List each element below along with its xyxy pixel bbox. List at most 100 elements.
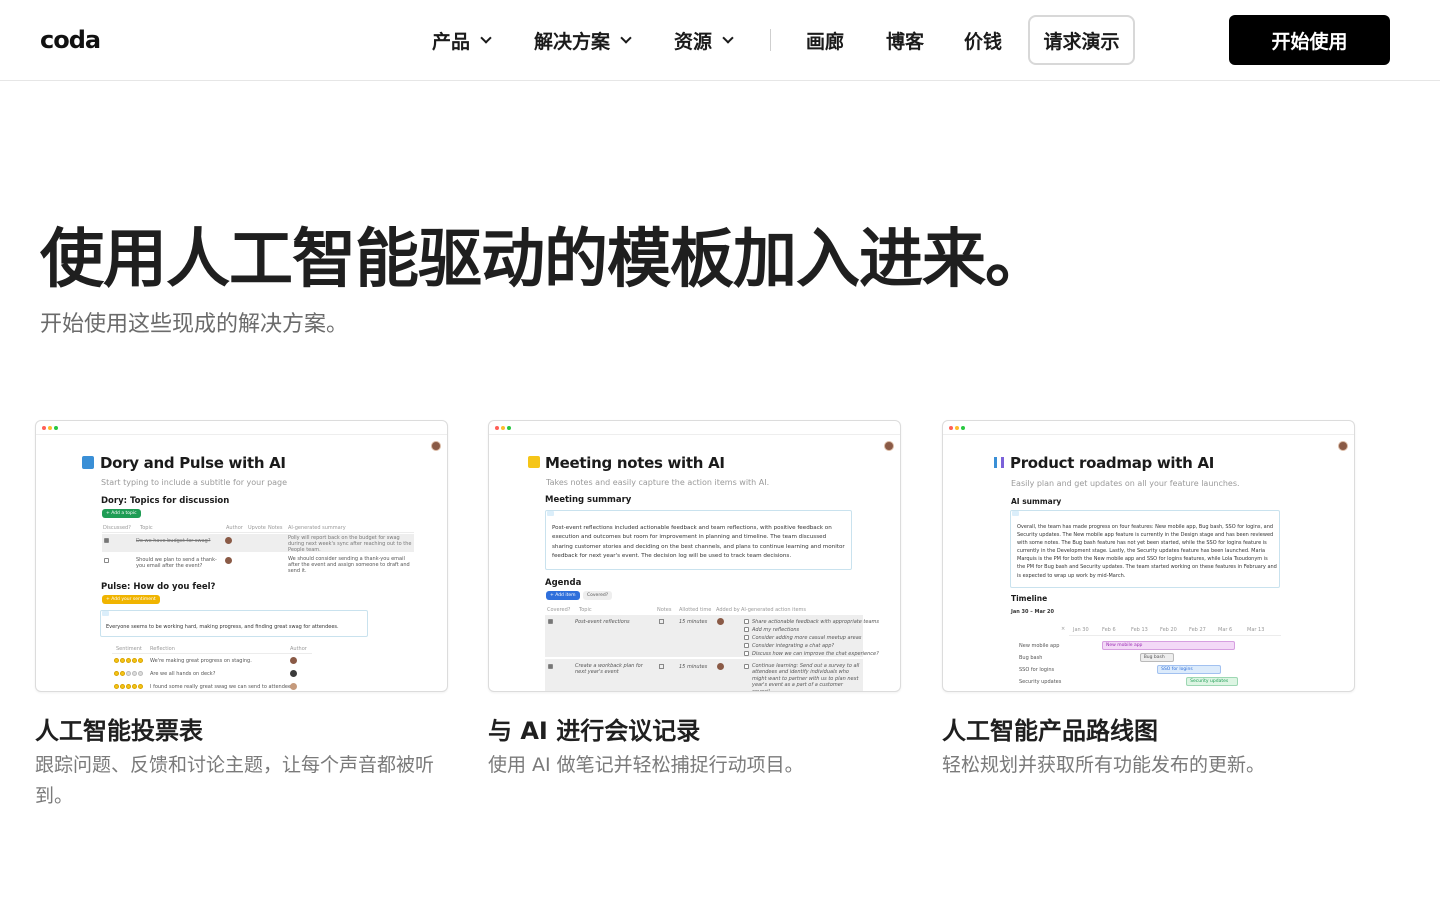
time-cell: 15 minutes [679,664,708,670]
add-topic-button[interactable]: + Add a topic [102,509,141,518]
template-preview[interactable]: Meeting notes with AI Takes notes and ea… [488,420,901,692]
template-card-product-roadmap[interactable]: Product roadmap with AI Easily plan and … [942,420,1355,781]
action-item[interactable]: Share actionable feedback with appropria… [752,619,879,625]
card-description: 轻松规划并获取所有功能发布的更新。 [942,754,1266,776]
chevron-down-icon [722,31,734,44]
divider [1069,635,1281,636]
topic-cell: Should we plan to send a thank-you email… [136,557,217,569]
card-title[interactable]: 人工智能投票表 [35,714,448,748]
checkbox[interactable] [104,558,109,563]
template-preview[interactable]: Product roadmap with AI Easily plan and … [942,420,1355,692]
nav-pricing[interactable]: 价钱 [964,26,1002,54]
col-header: Topic [140,525,153,531]
doc-title: Product roadmap with AI [1010,454,1215,472]
request-demo-button[interactable]: 请求演示 [1028,15,1135,65]
date-label: Jan 30 [1073,627,1089,633]
sentiment-rating[interactable] [114,684,143,689]
checkbox[interactable] [744,664,749,669]
feature-bar-security-updates[interactable]: Security updates [1186,677,1239,686]
nav-blog[interactable]: 博客 [886,26,924,54]
col-header: Author [226,525,243,531]
date-label: Feb 13 [1131,627,1148,633]
template-card-ai-voting[interactable]: Dory and Pulse with AI Start typing to i… [35,420,448,812]
reflection-cell: Are we all hands on deck? [150,671,216,677]
covered-filter[interactable]: Covered? [583,591,613,600]
template-preview[interactable]: Dory and Pulse with AI Start typing to i… [35,420,448,692]
avatar [431,441,441,451]
action-item[interactable]: Discuss how we can improve the chat expe… [752,651,879,657]
sentiment-rating[interactable] [114,671,143,676]
close-dot-icon [949,426,953,430]
checkbox[interactable] [744,619,749,624]
checkbox[interactable] [104,538,109,543]
maximize-dot-icon [54,426,58,430]
topic-cell: Post-event reflections [575,619,630,625]
checkbox[interactable] [744,627,749,632]
roadmap-icon [994,457,1004,468]
col-header: Upvote [248,525,266,531]
doc-title: Dory and Pulse with AI [100,454,286,472]
topic-cell: Create a workback plan for next year's e… [575,663,643,675]
avatar [1338,441,1348,451]
doc-title: Meeting notes with AI [545,454,725,472]
topic-cell: Do we have budget for swag? [136,538,211,544]
nav-gallery[interactable]: 画廊 [806,26,844,54]
action-item[interactable]: Continue learning: Send out a survey to … [752,663,862,691]
col-header: Author [290,646,307,652]
action-item[interactable]: Add my reflections [752,627,799,633]
col-header: AI-generated action items [741,607,806,613]
reflection-cell: We're making great progress on staging. [150,658,252,664]
nav-divider [770,29,771,51]
template-card-meeting-notes[interactable]: Meeting notes with AI Takes notes and ea… [488,420,901,781]
card-title[interactable]: 与 AI 进行会议记录 [488,714,901,748]
col-header: Notes [657,607,672,613]
minimize-dot-icon [501,426,505,430]
notes-icon [659,619,664,624]
collapse-icon[interactable]: × [1061,626,1065,632]
date-label: Mar 6 [1218,627,1233,633]
action-item[interactable]: Consider integrating a chat app? [752,643,834,649]
feature-bar-bug-bash[interactable]: Bug bash [1139,653,1175,662]
nav-resources[interactable]: 资源 [674,26,734,54]
checkbox[interactable] [744,635,749,640]
feature-bar-label: Bug bash [1143,655,1165,660]
checkbox[interactable] [744,651,749,656]
add-item-button[interactable]: + Add item [546,591,580,600]
checkbox[interactable] [744,643,749,648]
divider [102,532,414,533]
col-header: Sentiment [116,646,142,652]
chevron-down-icon [480,31,492,44]
nav-products[interactable]: 产品 [432,26,492,54]
sentiment-rating[interactable] [114,658,143,663]
section-heading: Meeting summary [545,495,632,505]
ai-sparkle-icon [547,511,554,516]
close-dot-icon [495,426,499,430]
avatar [717,618,724,625]
feature-bar-label: Security updates [1190,679,1229,684]
feature-bar-new-mobile-app[interactable]: New mobile app [1102,641,1236,650]
minimize-dot-icon [955,426,959,430]
summary-text: Post-event reflections included actionab… [552,525,845,560]
checkbox[interactable] [548,664,553,669]
avatar [225,537,232,544]
page-title: 使用人工智能驱动的模板加入进来。 [40,223,1049,297]
coda-logo[interactable]: coda [40,26,101,54]
reflection-cell: I found some really great swag we can se… [150,684,296,690]
get-started-button[interactable]: 开始使用 [1229,15,1390,65]
summary-text: Overall, the team has made progress on f… [1017,524,1277,579]
add-sentiment-button[interactable]: + Add your sentiment [102,595,160,604]
nav-solutions[interactable]: 解决方案 [534,26,632,54]
action-item[interactable]: Consider adding more casual meetup areas [752,635,861,641]
card-title[interactable]: 人工智能产品路线图 [942,714,1355,748]
section-heading: Pulse: How do you feel? [101,582,216,592]
ai-sparkle-icon [102,611,109,616]
col-header: Allotted time [679,607,712,613]
checkbox[interactable] [548,619,553,624]
section-heading: Dory: Topics for discussion [101,496,230,506]
feature-label: SSO for logins [1019,667,1055,673]
col-header: Covered? [547,607,571,613]
avatar [290,657,297,664]
nav-products-label: 产品 [432,30,471,53]
ai-summary-text: Everyone seems to be working hard, makin… [106,624,339,630]
feature-bar-sso-for-logins[interactable]: SSO for logins [1157,665,1221,674]
